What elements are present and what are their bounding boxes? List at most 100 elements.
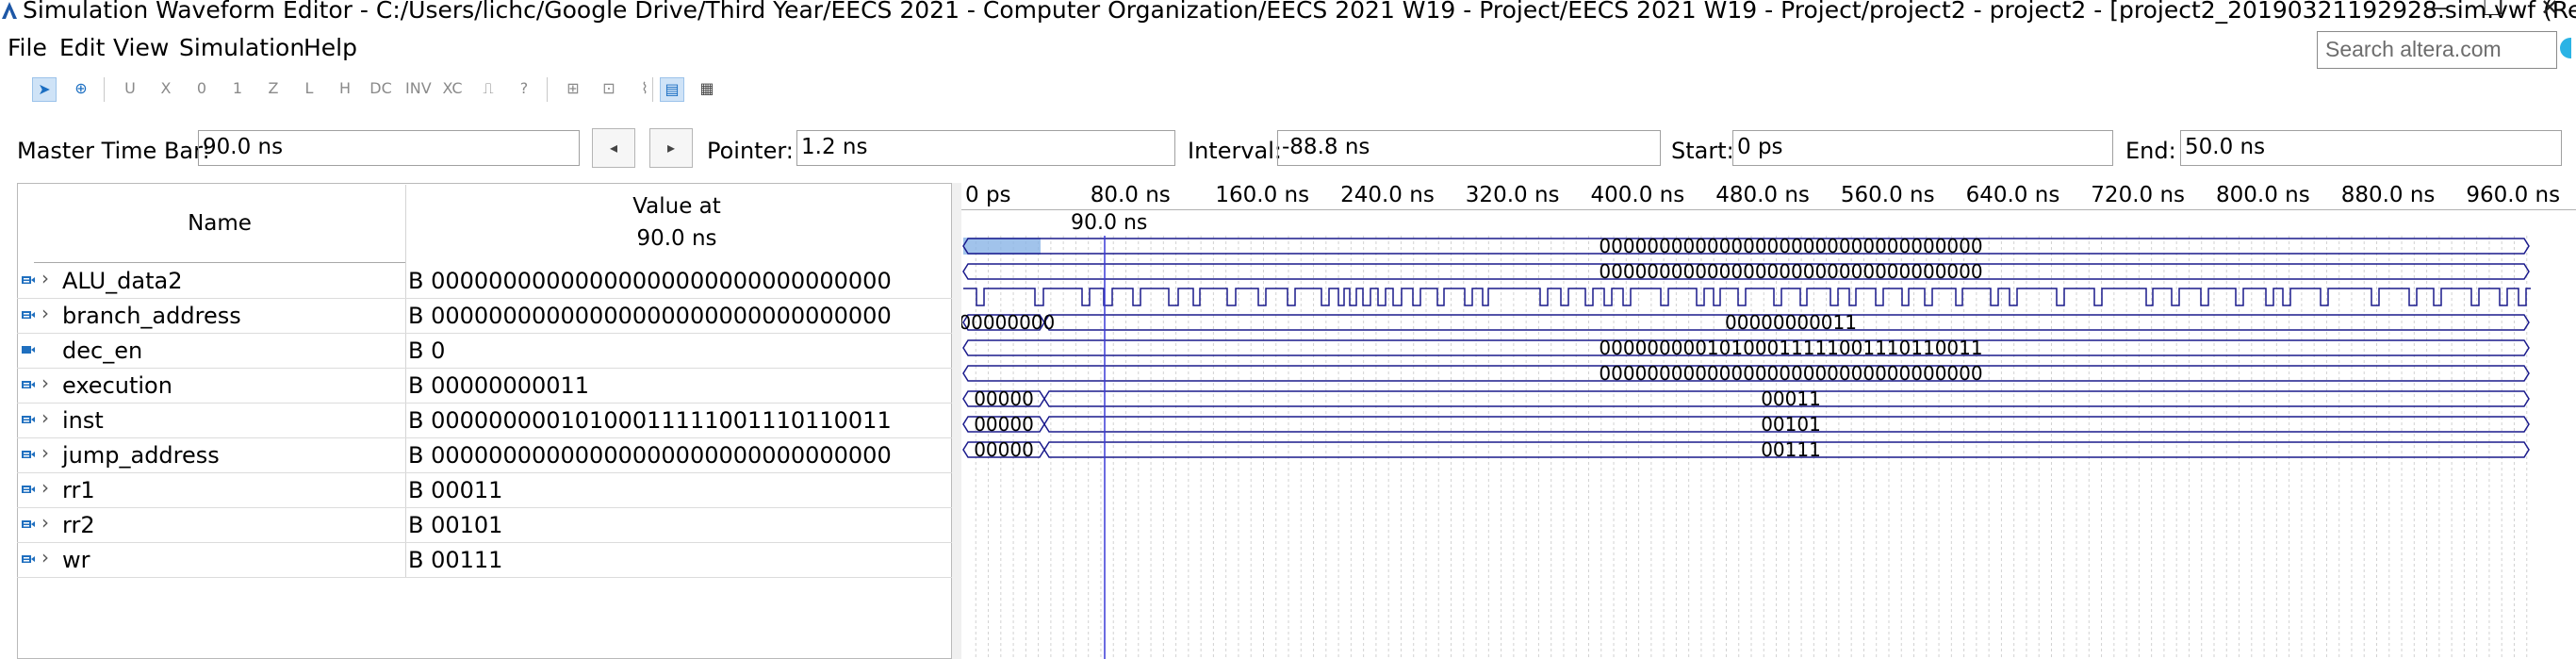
toolbar-separator <box>104 77 105 102</box>
bus-value-text: 00111 <box>1761 438 1821 461</box>
functional-sim-icon[interactable]: ▤ <box>660 77 684 102</box>
value-column-header[interactable]: Value at 90.0 ns <box>406 185 951 264</box>
invert-icon[interactable]: INV <box>405 77 432 100</box>
close-button[interactable]: ✕ <box>2521 0 2576 21</box>
bus-value-text: 000000000 <box>961 311 1055 334</box>
signal-row[interactable]: › jump_address B 0000000000000000000000000… <box>17 438 952 473</box>
interval-field[interactable]: -88.8 ns <box>1277 130 1661 166</box>
signal-row[interactable]: › wr B 00111 <box>17 543 952 578</box>
signal-value: B 00111 <box>408 547 503 573</box>
signal-row[interactable]: dec_en B 0 <box>17 334 952 369</box>
signal-row[interactable]: › rr1 B 00011 <box>17 473 952 508</box>
value-header-time: 90.0 ns <box>636 226 717 251</box>
expand-chevron-icon[interactable]: › <box>41 406 49 429</box>
column-divider <box>405 369 406 403</box>
menu-view[interactable]: View <box>113 34 169 61</box>
waveform-panel[interactable]: 0 ps 80.0 ns 160.0 ns 240.0 ns 320.0 ns 400.0… <box>961 183 2576 659</box>
restore-button[interactable]: ❐ <box>2465 0 2521 21</box>
expand-chevron-icon[interactable]: › <box>41 511 49 534</box>
signal-row[interactable]: › inst B 00000000010100011111001110110011 <box>17 404 952 438</box>
signal-value: B 00000000000000000000000000000000 <box>408 268 892 294</box>
signal-row[interactable]: › ALU_data2 B 0000000000000000000000000000… <box>17 264 952 299</box>
bus-signal-icon <box>22 486 35 493</box>
count-value-icon[interactable]: XC <box>441 77 464 100</box>
column-divider <box>405 438 406 472</box>
weak-low-icon[interactable]: L <box>298 77 320 100</box>
name-header-label: Name <box>188 211 252 236</box>
window-title: Simulation Waveform Editor - C:/Users/li… <box>23 0 2576 24</box>
signal-name: rr1 <box>62 477 95 503</box>
master-time-bar-field[interactable]: 90.0 ns <box>198 130 580 166</box>
signal-row[interactable]: › execution B 00000000011 <box>17 369 952 404</box>
menu-simulation[interactable]: Simulation <box>179 34 304 61</box>
bus-value-text: 00000 <box>974 438 1034 461</box>
signal-name: dec_en <box>62 338 143 364</box>
bus-value-text: 00000000011 <box>1725 311 1857 334</box>
start-label: Start: <box>1671 138 1734 164</box>
high-impedance-icon[interactable]: Z <box>262 77 285 100</box>
forcing-unknown-icon[interactable]: X <box>155 77 177 100</box>
forcing-low-icon[interactable]: 0 <box>190 77 213 100</box>
time-bar: Master Time Bar: 90.0 ns ◂ ▸ Pointer: 1.… <box>0 128 2576 173</box>
waveform-canvas[interactable]: 0000000000000000000000000000000000000000… <box>961 183 2576 659</box>
toolbar-separator <box>547 77 548 102</box>
previous-transition-button[interactable]: ◂ <box>592 128 635 168</box>
end-field[interactable]: 50.0 ns <box>2180 130 2562 166</box>
forcing-high-icon[interactable]: 1 <box>226 77 249 100</box>
column-divider <box>405 508 406 542</box>
expand-chevron-icon[interactable]: › <box>41 267 49 289</box>
menu-file[interactable]: File <box>8 34 47 61</box>
arbitrary-value-icon[interactable]: ? <box>513 77 535 100</box>
signal-value: B 00000000000000000000000000000000 <box>408 442 892 469</box>
dec-en-wave[interactable] <box>963 288 2531 306</box>
menu-help[interactable]: Help <box>304 34 357 61</box>
weak-high-icon[interactable]: H <box>334 77 356 100</box>
timing-sim-icon[interactable]: ▦ <box>696 77 718 100</box>
expand-chevron-icon[interactable]: › <box>41 546 49 568</box>
bus-value-text: 00101 <box>1761 413 1821 436</box>
signal-row[interactable]: › branch_address B 00000000000000000000000… <box>17 299 952 334</box>
select-tool-icon[interactable]: ➤ <box>32 77 57 102</box>
bus-signal-icon <box>22 520 35 528</box>
interval-label: Interval: <box>1188 138 1282 164</box>
column-divider <box>405 264 406 298</box>
minimize-button[interactable]: — <box>2408 0 2465 21</box>
grid-size-icon[interactable]: ⊡ <box>598 77 620 100</box>
next-transition-button[interactable]: ▸ <box>649 128 693 168</box>
signal-row[interactable]: › rr2 B 00101 <box>17 508 952 543</box>
expand-chevron-icon[interactable]: › <box>41 371 49 394</box>
bus-signal-icon <box>22 451 35 458</box>
search-input[interactable]: Search altera.com <box>2317 31 2557 69</box>
signal-name: jump_address <box>62 442 220 469</box>
column-divider <box>405 334 406 368</box>
master-time-bar-marker-label[interactable]: 90.0 ns <box>1065 211 1154 235</box>
signal-name: inst <box>62 407 104 434</box>
signal-value: B 00000000010100011111001110110011 <box>408 407 892 434</box>
menu-edit[interactable]: Edit <box>59 34 105 61</box>
bus-value-text: 00000 <box>974 387 1034 410</box>
value-header-label: Value at <box>632 194 721 219</box>
zoom-tool-icon[interactable]: ⊕ <box>70 77 92 100</box>
snap-to-grid-icon[interactable]: ⊞ <box>562 77 584 100</box>
selection-highlight <box>963 238 1041 255</box>
bus-value-text: 00000000000000000000000000000000 <box>1599 362 1982 385</box>
bus-value-text: 00000000000000000000000000000000 <box>1599 260 1982 283</box>
panel-splitter[interactable] <box>952 183 961 659</box>
signal-value: B 00101 <box>408 512 503 538</box>
expand-chevron-icon[interactable]: › <box>41 476 49 499</box>
expand-chevron-icon[interactable]: › <box>41 441 49 464</box>
bus-value-text: 00000000000000000000000000000000 <box>1599 235 1982 257</box>
bus-signal-icon <box>22 416 35 423</box>
bus-signal-icon <box>22 381 35 388</box>
start-field[interactable]: 0 ps <box>1732 130 2113 166</box>
dont-care-icon[interactable]: DC <box>369 77 392 100</box>
header-divider <box>34 262 405 263</box>
expand-chevron-icon[interactable]: › <box>41 302 49 324</box>
pointer-field[interactable]: 1.2 ns <box>796 130 1175 166</box>
pin-signal-icon <box>22 346 35 354</box>
signal-name: rr2 <box>62 512 95 538</box>
name-column-header[interactable]: Name <box>34 185 406 264</box>
uninitialized-icon[interactable]: U <box>119 77 141 100</box>
clock-icon[interactable]: ⎍ <box>477 77 500 100</box>
title-bar: Simulation Waveform Editor - C:/Users/li… <box>0 0 2576 24</box>
